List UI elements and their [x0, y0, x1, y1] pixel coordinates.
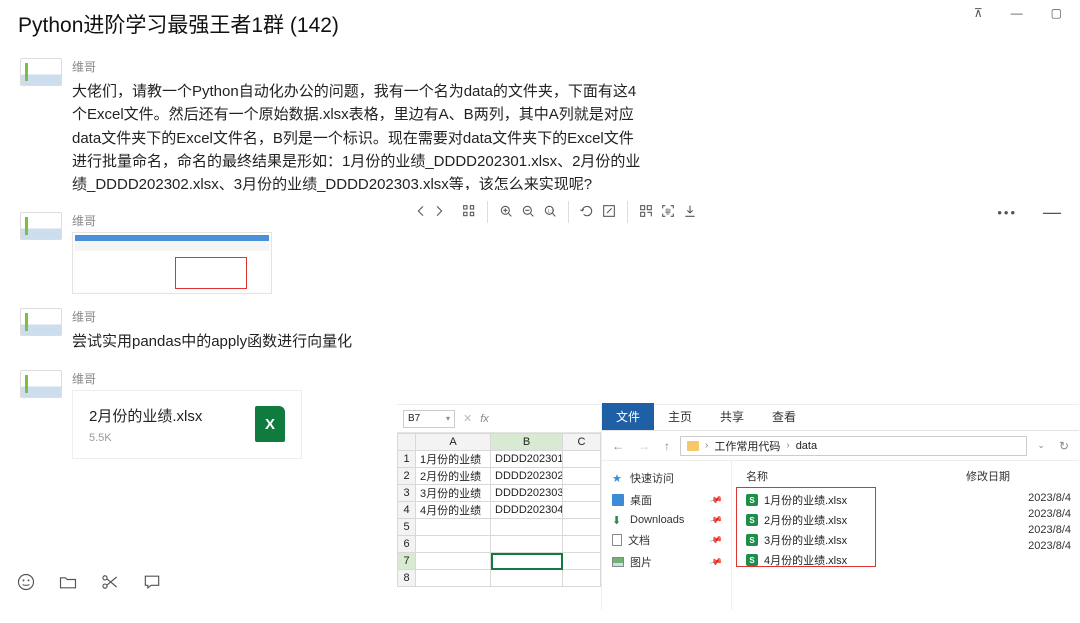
chat-bubble-icon[interactable]: [142, 572, 162, 595]
col-header: C: [563, 434, 601, 451]
rotate-icon[interactable]: [579, 203, 595, 222]
window-controls: ⊼ — ▢: [956, 0, 1080, 26]
document-icon: [612, 534, 622, 546]
file-date: 2023/8/4: [960, 490, 1071, 506]
explorer-sidebar: ★ 快速访问 桌面 📌 ⬇ Downloads 📌: [602, 461, 732, 610]
more-icon[interactable]: •••: [997, 205, 1017, 220]
excel-cancel-icon[interactable]: ✕: [461, 412, 474, 425]
apps-icon[interactable]: [461, 203, 477, 222]
chat-message: 维哥 大佬们，请教一个Python自动化办公的问题，我有一个名为data的文件夹…: [0, 52, 1080, 206]
explorer-address-bar: ← → ↑ › 工作常用代码 › data ⌄ ↻: [602, 431, 1079, 461]
emoji-icon[interactable]: [16, 572, 36, 595]
desktop-icon: [612, 494, 624, 506]
sidebar-pictures[interactable]: 图片 📌: [602, 551, 731, 573]
svg-text:1:1: 1:1: [547, 208, 554, 213]
download-icon: ⬇: [612, 514, 624, 526]
explorer-panel: 文件 主页 共享 查看 ← → ↑ › 工作常用代码 › data ⌄ ↻: [602, 405, 1079, 610]
minimize-icon[interactable]: —: [1011, 6, 1023, 20]
file-name: 2月份的业绩.xlsx: [89, 405, 202, 426]
download-icon[interactable]: [682, 203, 698, 222]
pictures-icon: [612, 557, 624, 567]
tab-share[interactable]: 共享: [706, 403, 758, 430]
ocr-icon[interactable]: 文: [660, 203, 676, 222]
star-icon: ★: [612, 472, 624, 484]
folder-icon[interactable]: [58, 572, 78, 595]
xlsx-icon: S: [746, 514, 758, 526]
edit-icon[interactable]: [601, 203, 617, 222]
xlsx-icon: S: [746, 554, 758, 566]
explorer-file-area: 名称 S1月份的业绩.xlsx S2月份的业绩.xlsx S3月份的业绩.xls…: [732, 461, 1079, 610]
pin-icon: 📌: [708, 554, 723, 569]
overlay-window: 1:1 文 ••• — B7▾ ✕ fx A: [397, 190, 1079, 610]
back-icon[interactable]: [413, 203, 429, 222]
tab-view[interactable]: 查看: [758, 403, 810, 430]
file-attachment[interactable]: 2月份的业绩.xlsx 5.5K X: [72, 390, 302, 459]
column-name[interactable]: 名称: [740, 465, 944, 490]
column-date[interactable]: 修改日期: [960, 465, 1071, 490]
explorer-ribbon-tabs: 文件 主页 共享 查看: [602, 405, 1079, 431]
file-date: 2023/8/4: [960, 538, 1071, 554]
sender-name: 维哥: [72, 58, 1060, 75]
file-row[interactable]: S3月份的业绩.xlsx: [740, 530, 944, 550]
zoom-in-icon[interactable]: [498, 203, 514, 222]
pin-icon[interactable]: ⊼: [974, 6, 983, 20]
file-size: 5.5K: [89, 432, 202, 444]
folder-icon: [687, 441, 699, 451]
file-row[interactable]: S4月份的业绩.xlsx: [740, 550, 944, 570]
message-text: 大佬们，请教一个Python自动化办公的问题，我有一个名为data的文件夹，下面…: [72, 78, 642, 198]
excel-grid[interactable]: A B C 11月份的业绩DDDD202301 22月份的业绩DDDD20230…: [397, 433, 601, 587]
avatar[interactable]: [20, 370, 62, 398]
nav-forward-icon: →: [634, 439, 654, 453]
maximize-icon[interactable]: ▢: [1051, 6, 1062, 20]
dropdown-icon[interactable]: ⌄: [1033, 440, 1049, 451]
avatar[interactable]: [20, 308, 62, 336]
excel-name-box[interactable]: B7▾: [403, 410, 455, 428]
zoom-out-icon[interactable]: [520, 203, 536, 222]
minimize-overlay-icon[interactable]: —: [1037, 202, 1071, 223]
avatar[interactable]: [20, 58, 62, 86]
chat-title: Python进阶学习最强王者1群 (142): [0, 0, 1080, 48]
refresh-icon[interactable]: ↻: [1055, 439, 1073, 453]
overlay-preview-area: [397, 234, 1079, 404]
forward-icon[interactable]: [431, 203, 447, 222]
pin-icon: 📌: [708, 532, 723, 547]
scissors-icon[interactable]: [100, 572, 120, 595]
file-row[interactable]: S1月份的业绩.xlsx: [740, 490, 944, 510]
overlay-toolbar: 1:1 文 ••• —: [397, 190, 1079, 234]
excel-panel: B7▾ ✕ fx A B C 11月份的业绩DDDD202301 22月份的业绩…: [397, 405, 602, 610]
xlsx-icon: S: [746, 534, 758, 546]
breadcrumb[interactable]: › 工作常用代码 › data: [680, 436, 1027, 456]
message-text: 尝试实用pandas中的apply函数进行向量化: [72, 328, 392, 355]
file-date: 2023/8/4: [960, 506, 1071, 522]
zoom-fit-icon[interactable]: 1:1: [542, 203, 558, 222]
avatar[interactable]: [20, 212, 62, 240]
sidebar-downloads[interactable]: ⬇ Downloads 📌: [602, 511, 731, 529]
pin-icon: 📌: [708, 492, 723, 507]
sidebar-quick-access[interactable]: ★ 快速访问: [602, 467, 731, 489]
col-header: A: [416, 434, 491, 451]
sidebar-documents[interactable]: 文档 📌: [602, 529, 731, 551]
pin-icon: 📌: [708, 512, 723, 527]
chat-input-toolbar: [16, 572, 162, 595]
tab-file[interactable]: 文件: [602, 403, 654, 430]
qr-icon[interactable]: [638, 203, 654, 222]
excel-icon: X: [255, 406, 285, 442]
tab-home[interactable]: 主页: [654, 403, 706, 430]
nav-back-icon[interactable]: ←: [608, 439, 628, 453]
file-date: 2023/8/4: [960, 522, 1071, 538]
sidebar-desktop[interactable]: 桌面 📌: [602, 489, 731, 511]
xlsx-icon: S: [746, 494, 758, 506]
col-header: B: [491, 434, 563, 451]
fx-icon[interactable]: fx: [480, 413, 489, 425]
nav-up-icon[interactable]: ↑: [660, 439, 674, 453]
image-attachment[interactable]: [72, 232, 272, 294]
file-row[interactable]: S2月份的业绩.xlsx: [740, 510, 944, 530]
